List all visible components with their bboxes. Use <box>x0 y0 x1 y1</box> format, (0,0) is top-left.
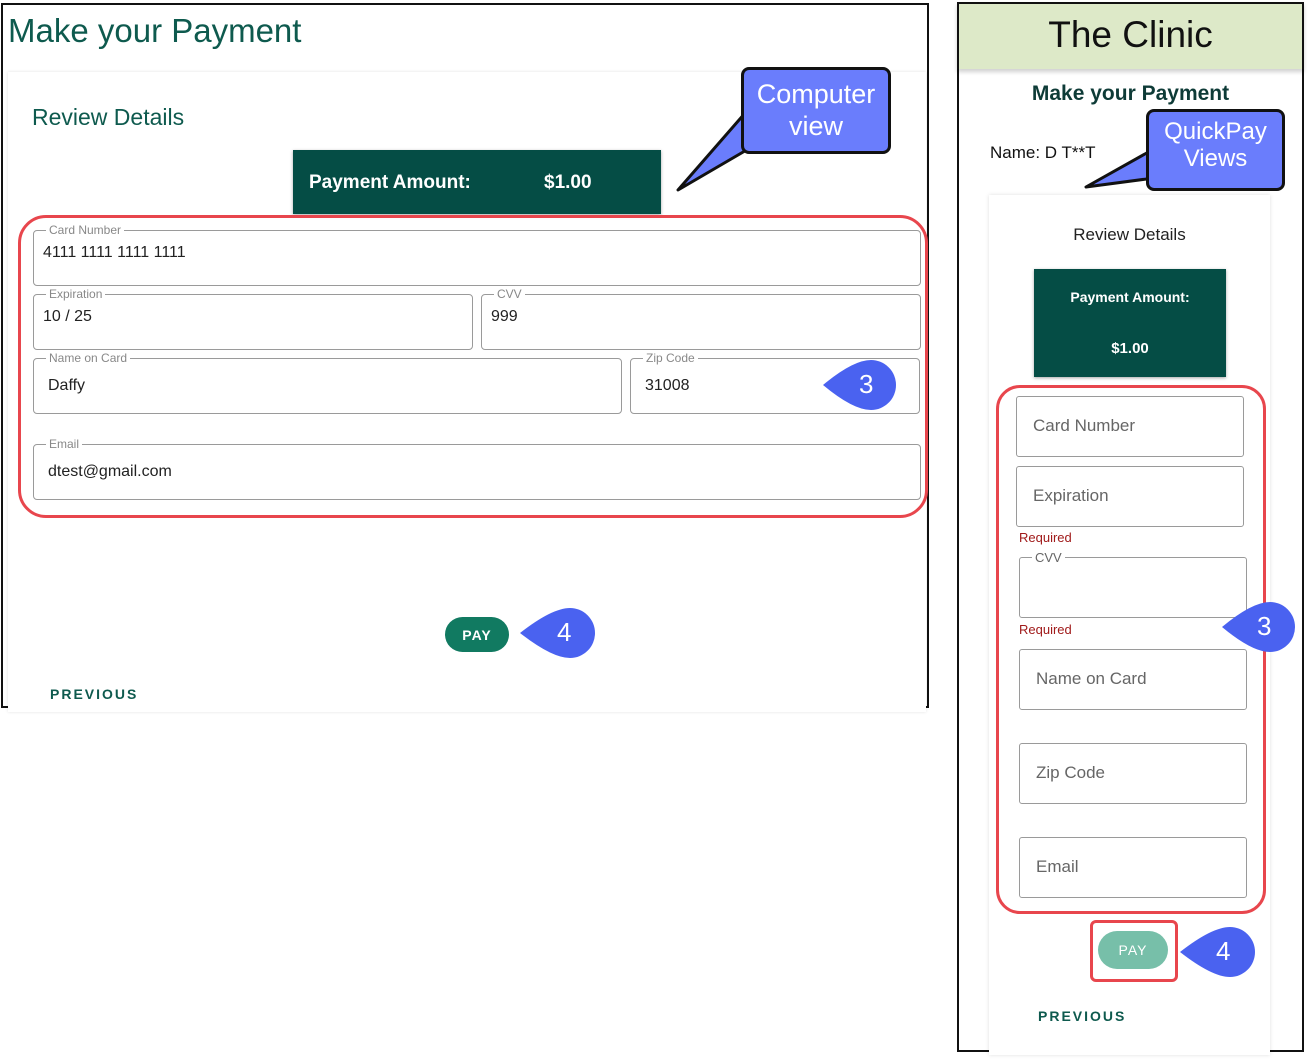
quickpay-views-callout: QuickPay Views <box>1146 109 1285 191</box>
callout-line-2: view <box>788 111 843 141</box>
page-title: Make your Payment <box>8 12 302 49</box>
step-number: 4 <box>557 617 572 647</box>
callout-line-2: Views <box>1183 145 1248 172</box>
previous-link[interactable]: PREVIOUS <box>1038 1008 1126 1024</box>
step-number: 4 <box>1216 936 1231 966</box>
clinic-title: The Clinic <box>1048 14 1213 55</box>
payment-amount-label: Payment Amount: <box>1070 289 1190 305</box>
computer-view-callout: Computer view <box>741 67 891 154</box>
step-marker-3: 3 <box>823 359 897 411</box>
callout-line-1: QuickPay <box>1164 118 1267 145</box>
payment-amount-box: Payment Amount: $1.00 <box>1034 269 1226 377</box>
review-details-heading: Review Details <box>1073 225 1186 244</box>
step-number: 3 <box>859 369 874 399</box>
step-number: 3 <box>1257 611 1272 641</box>
payment-amount-box: Payment Amount: $1.00 <box>293 150 661 214</box>
step-marker-4: 4 <box>520 607 596 659</box>
payment-amount-value: $1.00 <box>544 172 592 193</box>
fields-highlight-outline <box>18 215 928 518</box>
pay-button[interactable]: PAY <box>1098 931 1168 969</box>
step-marker-4: 4 <box>1180 926 1256 978</box>
payment-amount-label: Payment Amount: <box>309 172 471 193</box>
previous-link[interactable]: PREVIOUS <box>50 686 138 702</box>
pay-button[interactable]: PAY <box>445 617 509 652</box>
page-title: Make your Payment <box>1031 82 1230 105</box>
review-details-heading: Review Details <box>32 104 185 130</box>
payment-amount-value: $1.00 <box>1111 340 1149 357</box>
step-marker-3: 3 <box>1222 601 1296 653</box>
callout-line-1: Computer <box>756 79 876 109</box>
